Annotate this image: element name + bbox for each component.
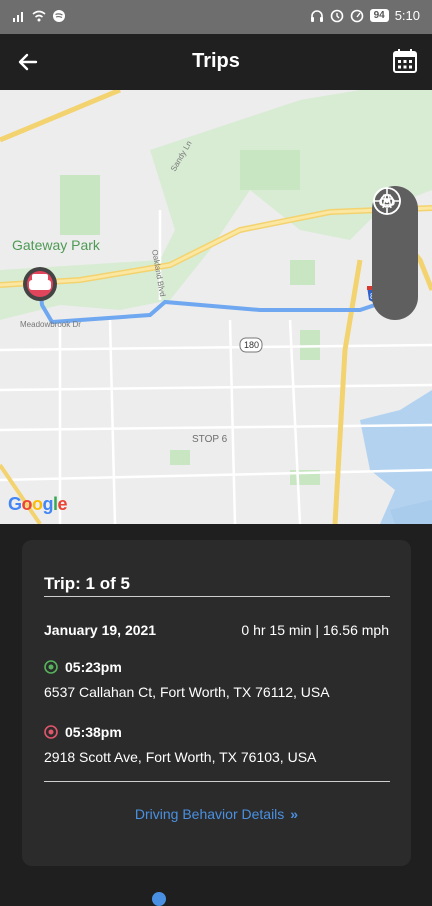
divider bbox=[44, 781, 390, 782]
stop-label: STOP 6 bbox=[192, 434, 228, 445]
headphones-icon bbox=[310, 9, 324, 23]
end-stop: 05:38pm bbox=[44, 724, 122, 740]
trip-map[interactable]: Gateway Park STOP 6 Meadowbrook Dr Sandy… bbox=[0, 90, 432, 524]
map-canvas: Gateway Park STOP 6 Meadowbrook Dr Sandy… bbox=[0, 90, 432, 524]
google-logo: Google bbox=[8, 494, 68, 515]
status-left-icons bbox=[12, 9, 66, 23]
trip-summary: 0 hr 15 min | 16.56 mph bbox=[241, 622, 389, 638]
calendar-button[interactable] bbox=[392, 48, 418, 74]
double-chevron-right-icon: » bbox=[290, 806, 299, 822]
recenter-button[interactable] bbox=[373, 187, 412, 315]
end-point-icon bbox=[44, 725, 58, 739]
google-letter: e bbox=[57, 494, 68, 514]
google-letter: g bbox=[42, 494, 54, 514]
end-time: 05:38pm bbox=[65, 724, 122, 740]
street-meadowbrook: Meadowbrook Dr bbox=[20, 320, 81, 329]
google-letter: G bbox=[8, 494, 22, 514]
highway-180-label: 180 bbox=[244, 340, 259, 350]
start-point-icon bbox=[44, 660, 58, 674]
trip-date: January 19, 2021 bbox=[44, 622, 157, 638]
alarm-icon bbox=[330, 9, 344, 23]
end-address: 2918 Scott Ave, Fort Worth, TX 76103, US… bbox=[44, 749, 317, 765]
driving-behavior-details-link[interactable]: Driving Behavior Details » bbox=[22, 806, 411, 822]
trip-title: Trip: 1 of 5 bbox=[44, 574, 130, 593]
crosshair-icon bbox=[373, 187, 401, 215]
start-address: 6537 Callahan Ct, Fort Worth, TX 76112, … bbox=[44, 684, 330, 700]
page-title: Trips bbox=[192, 50, 240, 72]
details-label: Driving Behavior Details bbox=[134, 806, 285, 822]
page-indicator bbox=[152, 892, 166, 906]
calendar-icon bbox=[393, 49, 417, 73]
status-time: 5:10 bbox=[394, 8, 420, 23]
car-view-button[interactable] bbox=[373, 187, 412, 270]
trip-card: Trip: 1 of 5 January 19, 2021 0 hr 15 mi… bbox=[22, 540, 411, 866]
start-time: 05:23pm bbox=[65, 659, 122, 675]
status-bar: 94 5:10 bbox=[0, 0, 432, 34]
speed-icon bbox=[350, 9, 364, 23]
start-stop: 05:23pm bbox=[44, 659, 122, 675]
app-bar: Trips bbox=[0, 34, 432, 90]
battery-indicator: 94 bbox=[369, 9, 389, 22]
signal-icon bbox=[12, 9, 26, 23]
spotify-icon bbox=[52, 9, 66, 23]
start-marker bbox=[23, 267, 57, 301]
status-right-icons: 94 5:10 bbox=[310, 8, 420, 23]
wifi-icon bbox=[32, 9, 46, 23]
google-letter: o bbox=[32, 494, 43, 514]
park-label: Gateway Park bbox=[12, 237, 101, 253]
map-controls bbox=[372, 186, 418, 320]
divider bbox=[44, 596, 390, 597]
google-letter: o bbox=[21, 494, 33, 514]
